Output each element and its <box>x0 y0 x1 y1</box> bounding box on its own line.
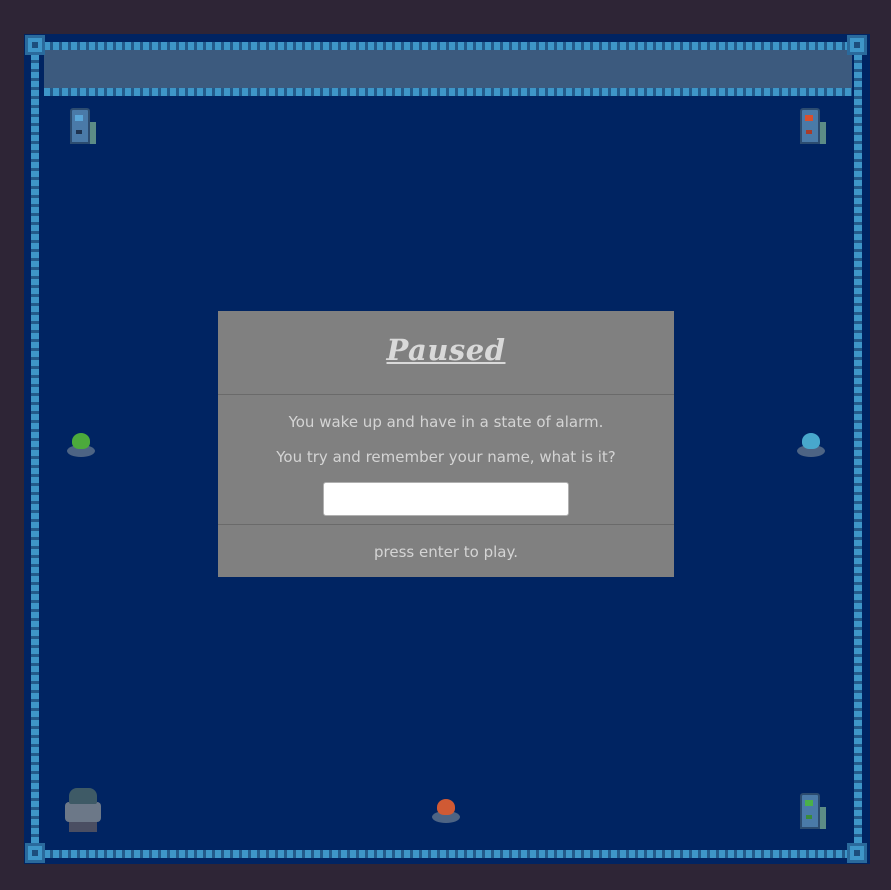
pipe-left <box>31 54 39 846</box>
pipe-ledge <box>44 88 852 96</box>
dialog-footer-text: press enter to play. <box>374 543 518 561</box>
pipe-top <box>44 42 852 50</box>
dialog-message-line-1: You wake up and have in a state of alarm… <box>288 413 604 431</box>
pipe-bottom <box>44 850 852 858</box>
name-input[interactable] <box>323 482 569 516</box>
pause-dialog: Paused You wake up and have in a state o… <box>218 311 674 577</box>
player-robot-icon <box>63 786 101 832</box>
pipe-corner-top-left <box>25 35 45 55</box>
locker-terminal-icon <box>800 108 826 144</box>
dialog-footer: press enter to play. <box>218 525 674 577</box>
cyan-orb-icon <box>796 431 826 459</box>
dialog-title: Paused <box>386 333 506 367</box>
green-orb-icon <box>66 431 96 459</box>
pipe-corner-bottom-right <box>847 843 867 863</box>
wall-ledge <box>44 50 852 92</box>
locker-terminal-icon <box>70 108 96 144</box>
dialog-message-line-2: You try and remember your name, what is … <box>276 448 616 466</box>
locker-terminal-icon <box>800 793 826 829</box>
dialog-header: Paused <box>218 311 674 395</box>
dialog-body: You wake up and have in a state of alarm… <box>218 395 674 525</box>
pipe-corner-bottom-left <box>25 843 45 863</box>
pipe-right <box>854 54 862 846</box>
red-orb-icon <box>431 797 461 825</box>
pipe-corner-top-right <box>847 35 867 55</box>
